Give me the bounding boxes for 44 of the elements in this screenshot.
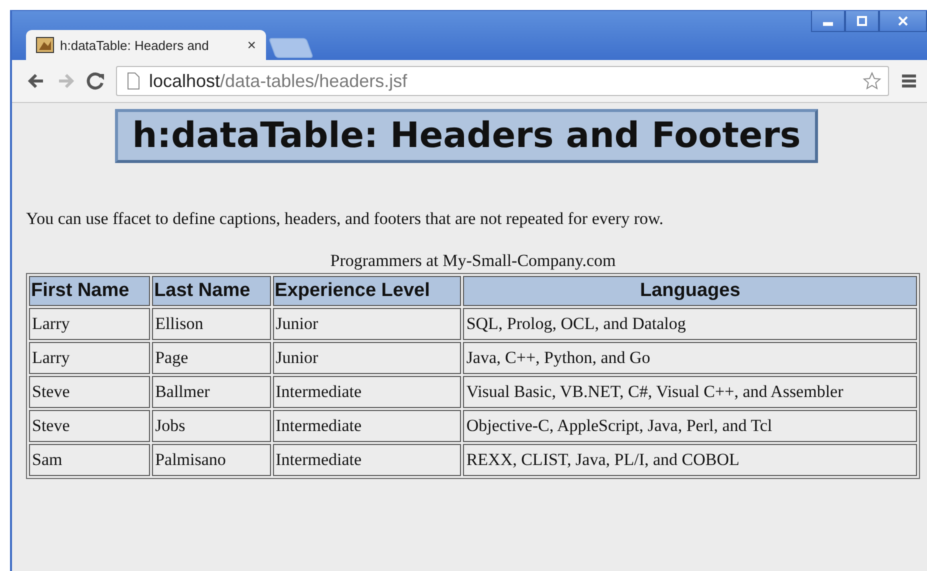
table-cell: Java, C++, Python, and Go bbox=[463, 342, 917, 374]
table-cell: Sam bbox=[29, 444, 150, 476]
table-cell: Intermediate bbox=[272, 410, 462, 442]
table-cell: Intermediate bbox=[272, 376, 462, 408]
table-cell: Ballmer bbox=[152, 376, 271, 408]
forward-arrow-icon bbox=[56, 71, 76, 91]
close-button[interactable] bbox=[879, 11, 927, 32]
maximize-button[interactable] bbox=[845, 11, 879, 32]
back-arrow-icon bbox=[26, 71, 46, 91]
table-cell: Page bbox=[152, 342, 271, 374]
table-cell: Larry bbox=[29, 308, 150, 340]
table-cell: Junior bbox=[272, 308, 462, 340]
intro-text: You can use ffacet to define captions, headers, and footers that are not repeated for every row. bbox=[26, 209, 664, 229]
column-header: First Name bbox=[29, 276, 150, 306]
page-heading: h:dataTable: Headers and Footers bbox=[115, 109, 818, 163]
url-text: localhost/data-tables/headers.jsf bbox=[149, 70, 408, 92]
table-cell: Jobs bbox=[152, 410, 271, 442]
column-header: Last Name bbox=[152, 276, 271, 306]
table-caption: Programmers at My-Small-Company.com bbox=[329, 251, 617, 272]
table-cell: Palmisano bbox=[152, 444, 271, 476]
table-cell: Intermediate bbox=[272, 444, 462, 476]
table-cell: Visual Basic, VB.NET, C#, Visual C++, and Assembler bbox=[463, 376, 917, 408]
table-cell: Larry bbox=[29, 342, 150, 374]
tab-favicon-icon bbox=[36, 37, 54, 53]
table-cell: Objective-C, AppleScript, Java, Perl, and Tcl bbox=[463, 410, 917, 442]
table-cell: Junior bbox=[272, 342, 462, 374]
table-cell: SQL, Prolog, OCL, and Datalog bbox=[463, 308, 917, 340]
reload-icon bbox=[86, 71, 106, 91]
tab-title: h:dataTable: Headers and bbox=[60, 38, 210, 52]
close-icon bbox=[897, 15, 909, 27]
column-header: Experience Level bbox=[272, 276, 462, 306]
column-header: Languages bbox=[463, 276, 917, 306]
table-cell: Steve bbox=[29, 376, 150, 408]
table-cell: Steve bbox=[29, 410, 150, 442]
maximize-icon bbox=[856, 15, 868, 27]
new-tab-button[interactable] bbox=[268, 38, 314, 58]
minimize-button[interactable] bbox=[811, 11, 845, 32]
minimize-icon bbox=[823, 22, 833, 26]
table-cell: REXX, CLIST, Java, PL/I, and COBOL bbox=[463, 444, 917, 476]
address-bar[interactable]: localhost/data-tables/headers.jsf bbox=[116, 66, 889, 96]
tab-close-button[interactable]: × bbox=[247, 36, 256, 54]
table-cell: Ellison bbox=[152, 308, 271, 340]
star-icon bbox=[862, 71, 882, 91]
browser-tab[interactable]: h:dataTable: Headers and × bbox=[26, 30, 266, 60]
